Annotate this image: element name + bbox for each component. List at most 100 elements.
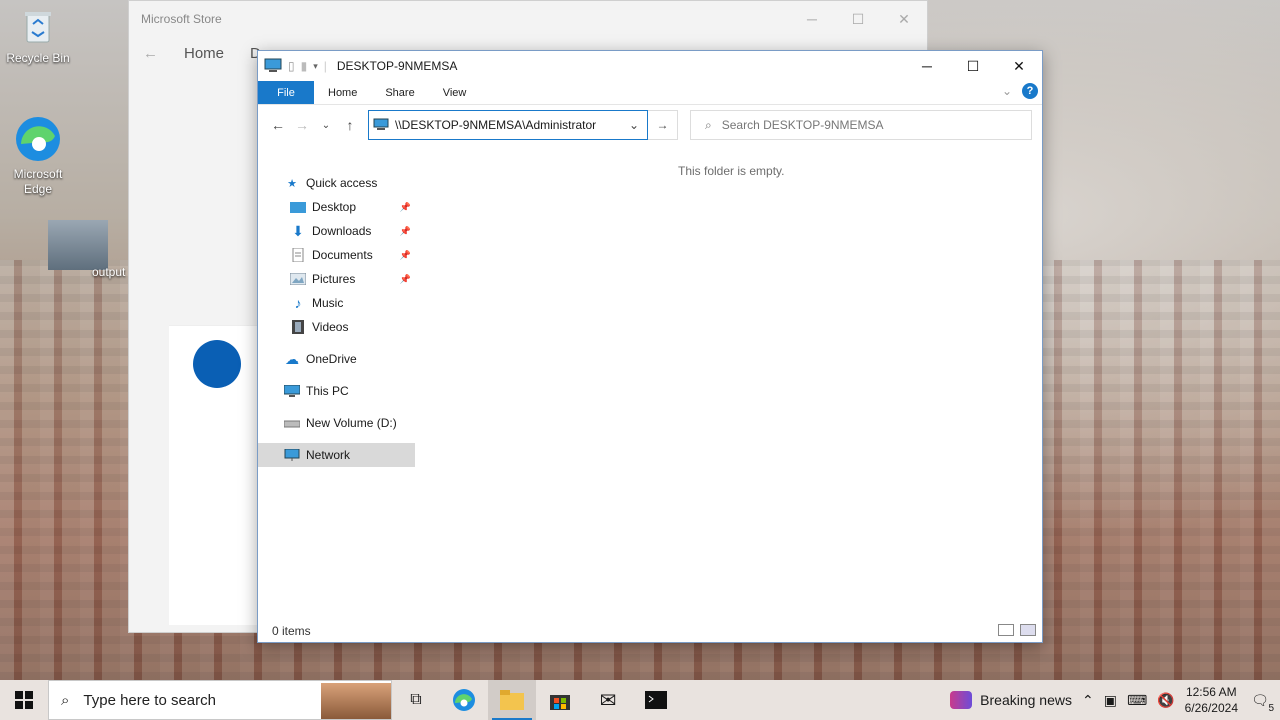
new-folder-icon[interactable]: ▮ <box>301 59 308 73</box>
navigation-pane: ★ Quick access Desktop 📌 ⬇ Downloads 📌 D… <box>258 171 415 467</box>
taskbar-file-explorer[interactable] <box>488 680 536 720</box>
nav-music[interactable]: ♪ Music <box>258 291 415 315</box>
clock[interactable]: 12:56 AM 6/26/2024 <box>1185 684 1238 716</box>
nav-documents[interactable]: Documents 📌 <box>258 243 415 267</box>
chevron-up-icon[interactable]: ⌃ <box>1082 692 1094 709</box>
tab-share[interactable]: Share <box>371 81 428 104</box>
nav-onedrive[interactable]: ☁ OneDrive <box>258 347 415 371</box>
taskbar-terminal[interactable] <box>632 680 680 720</box>
nav-label: Documents <box>312 248 373 262</box>
store-avatar <box>193 340 241 388</box>
nav-label: Network <box>306 448 351 462</box>
store-nav: ← Home D <box>143 45 261 62</box>
nav-quick-access[interactable]: ★ Quick access <box>258 171 415 195</box>
address-dropdown-icon[interactable]: ⌄ <box>621 118 647 132</box>
recent-locations-chevron-icon[interactable]: ⌄ <box>314 120 338 131</box>
ribbon-tabs: File Home Share View ⌄ ? <box>258 81 1042 105</box>
empty-folder-message: This folder is empty. <box>678 164 785 178</box>
nav-label: Pictures <box>312 272 356 286</box>
clock-time: 12:56 AM <box>1185 685 1237 699</box>
computer-icon <box>284 384 300 398</box>
nav-this-pc[interactable]: This PC <box>258 379 415 403</box>
pin-icon[interactable]: 📌 <box>400 250 411 261</box>
explorer-window-controls: ─ ☐ ✕ <box>904 51 1042 81</box>
taskbar-edge[interactable] <box>440 680 488 720</box>
film-icon <box>290 320 306 334</box>
taskbar-mail[interactable]: ✉ <box>584 680 632 720</box>
close-icon[interactable]: ✕ <box>996 51 1042 81</box>
address-text[interactable]: \\DESKTOP-9NMEMSA\Administrator <box>395 118 596 132</box>
nav-label: This PC <box>306 384 349 398</box>
tab-file[interactable]: File <box>258 81 314 104</box>
news-icon <box>950 691 973 709</box>
document-icon <box>290 248 306 262</box>
back-arrow-icon[interactable]: ← <box>143 45 158 62</box>
desktop-icon-recycle-bin[interactable]: Recycle Bin <box>0 8 76 65</box>
search-box[interactable]: ⌕ Search DESKTOP-9NMEMSA <box>690 110 1032 140</box>
network-tray-icon[interactable]: ⌨ <box>1127 692 1147 709</box>
go-arrow-icon[interactable]: → <box>648 110 678 140</box>
up-arrow-icon[interactable]: ↑ <box>338 117 362 133</box>
pin-icon[interactable]: 📌 <box>400 226 411 237</box>
pin-icon[interactable]: 📌 <box>400 202 411 213</box>
large-icons-view-icon[interactable] <box>1020 624 1036 636</box>
desktop-icon-output[interactable]: output <box>48 220 136 279</box>
mail-icon: ✉ <box>599 689 617 712</box>
start-button[interactable] <box>0 680 48 720</box>
drive-icon <box>284 416 300 430</box>
nav-downloads[interactable]: ⬇ Downloads 📌 <box>258 219 415 243</box>
help-icon[interactable]: ? <box>1022 83 1038 99</box>
task-view-button[interactable]: ⧉ <box>392 680 440 720</box>
pin-icon[interactable]: 📌 <box>400 274 411 285</box>
nav-pictures[interactable]: Pictures 📌 <box>258 267 415 291</box>
back-arrow-icon[interactable]: ← <box>266 117 290 133</box>
properties-icon[interactable]: ▯ <box>288 59 295 73</box>
details-view-icon[interactable] <box>998 624 1014 636</box>
nav-label: OneDrive <box>306 352 357 366</box>
download-arrow-icon: ⬇ <box>292 222 304 239</box>
quick-access-toolbar: ▯ ▮ ▾ <box>288 59 318 73</box>
chevron-down-icon[interactable]: ▾ <box>313 61 318 72</box>
notification-icon: 🗨 <box>1251 691 1269 708</box>
notification-center[interactable]: 🗨 5 <box>1248 688 1274 714</box>
nav-label: Music <box>312 296 344 310</box>
nav-new-volume[interactable]: New Volume (D:) <box>258 411 415 435</box>
nav-network[interactable]: Network <box>258 443 415 467</box>
desktop-folder-icon <box>290 200 306 214</box>
nav-videos[interactable]: Videos <box>258 315 415 339</box>
search-icon: ⌕ <box>705 117 712 132</box>
explorer-title: DESKTOP-9NMEMSA <box>336 59 458 73</box>
maximize-icon[interactable]: ☐ <box>950 51 996 81</box>
store-nav-home[interactable]: Home <box>184 45 224 62</box>
maximize-icon[interactable]: ☐ <box>835 1 881 37</box>
view-toggle <box>998 624 1036 636</box>
forward-arrow-icon[interactable]: → <box>290 117 314 133</box>
tab-view[interactable]: View <box>429 81 481 104</box>
explorer-window[interactable]: ▯ ▮ ▾ | DESKTOP-9NMEMSA ─ ☐ ✕ File Home … <box>257 50 1043 643</box>
nav-label: New Volume (D:) <box>306 416 397 430</box>
desktop-icon-edge[interactable]: Microsoft Edge <box>0 114 76 197</box>
desktop-icon-label: output <box>92 265 126 279</box>
edge-icon <box>453 689 475 711</box>
status-item-count: 0 items <box>272 624 311 638</box>
system-tray: Breaking news ⌃ ▣ ⌨ 🔇 12:56 AM 6/26/2024… <box>950 684 1280 716</box>
search-icon: ⌕ <box>61 691 70 709</box>
volume-muted-icon[interactable]: 🔇 <box>1157 692 1174 709</box>
minimize-icon[interactable]: ─ <box>904 51 950 81</box>
taskbar-search[interactable]: ⌕ Type here to search <box>48 680 392 720</box>
taskbar-search-placeholder: Type here to search <box>83 691 216 709</box>
expand-ribbon-icon[interactable]: ⌄ <box>1002 84 1012 98</box>
clock-date: 6/26/2024 <box>1184 701 1238 715</box>
close-icon[interactable]: ✕ <box>881 1 927 37</box>
nav-desktop[interactable]: Desktop 📌 <box>258 195 415 219</box>
taskbar-store[interactable] <box>536 680 584 720</box>
tab-home[interactable]: Home <box>314 81 371 104</box>
windows-logo-icon <box>15 691 33 709</box>
device-icon[interactable]: ▣ <box>1104 692 1117 709</box>
star-icon: ★ <box>287 177 297 190</box>
minimize-icon[interactable]: ─ <box>789 1 835 37</box>
address-bar[interactable]: \\DESKTOP-9NMEMSA\Administrator ⌄ <box>368 110 648 140</box>
news-widget[interactable]: Breaking news <box>950 691 1072 709</box>
store-bag-icon <box>550 695 570 710</box>
edge-icon <box>13 114 63 164</box>
